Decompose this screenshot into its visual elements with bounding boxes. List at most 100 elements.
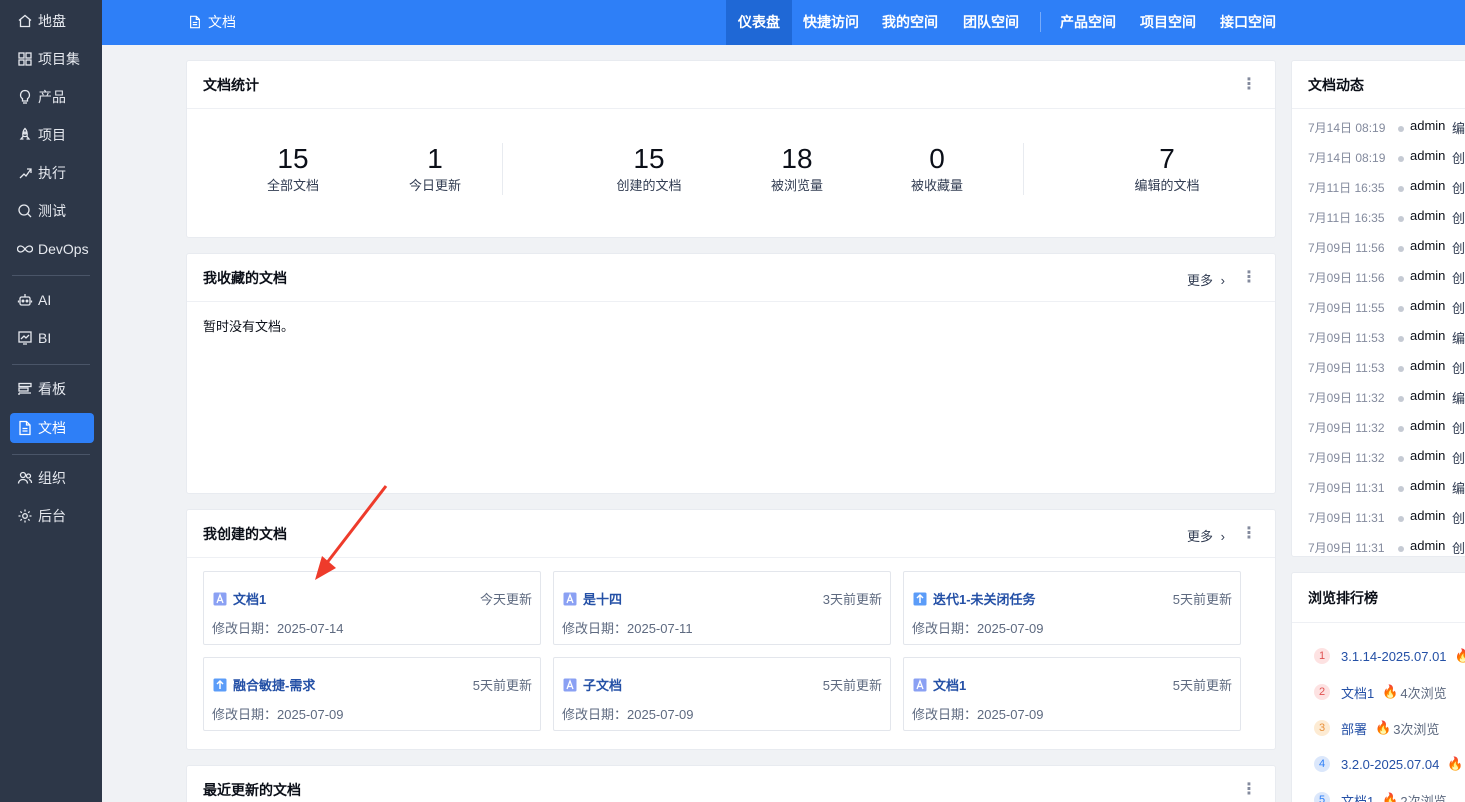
stat-view-count[interactable]: 18 被浏览量 [737, 143, 857, 194]
doc-name[interactable]: 迭代1-未关闭任务 [933, 589, 1036, 608]
sidebar-item-dashboard[interactable]: 地盘 [10, 6, 94, 36]
sidebar-item-product[interactable]: 产品 [10, 82, 94, 112]
dynamic-row[interactable]: 7月11日 16:35 admin 创 [1308, 208, 1465, 229]
stat-today-updated[interactable]: 1 今日更新 [375, 143, 495, 194]
doc-name[interactable]: 融合敏捷-需求 [233, 675, 315, 694]
stat-total-docs[interactable]: 15 全部文档 [233, 143, 353, 194]
dynamic-row[interactable]: 7月11日 16:35 admin 创 [1308, 178, 1465, 199]
ranking-row[interactable]: 4 3.2.0-2025.07.04 🔥 [1314, 753, 1465, 775]
dynamic-row[interactable]: 7月09日 11:32 admin 编 [1308, 388, 1465, 409]
sidebar-item-label: 项目 [38, 127, 66, 143]
tab-api-space[interactable]: 接口空间 [1215, 0, 1281, 45]
ranking-row[interactable]: 3 部署 🔥 3次浏览 [1314, 717, 1439, 739]
rank-doc-name[interactable]: 3.1.14-2025.07.01 [1341, 649, 1447, 664]
dynamic-user: admin [1410, 358, 1446, 373]
dynamic-row[interactable]: 7月14日 08:19 admin 编 [1308, 118, 1465, 139]
dynamic-row[interactable]: 7月09日 11:31 admin 创 [1308, 538, 1465, 556]
tab-product-space[interactable]: 产品空间 [1055, 0, 1121, 45]
dynamic-time: 7月09日 11:32 [1308, 451, 1385, 465]
sidebar-item-org[interactable]: 组织 [10, 463, 94, 493]
ranking-row[interactable]: 5 文档1 🔥 2次浏览 [1314, 789, 1447, 802]
stat-value: 15 [633, 143, 665, 174]
tab-team-space[interactable]: 团队空间 [958, 0, 1024, 45]
dynamic-time: 7月09日 11:31 [1308, 511, 1385, 525]
dynamic-row[interactable]: 7月09日 11:32 admin 创 [1308, 448, 1465, 469]
dynamic-row[interactable]: 7月14日 08:19 admin 创 [1308, 148, 1465, 169]
rank-doc-name[interactable]: 3.2.0-2025.07.04 [1341, 757, 1439, 772]
tab-project-space[interactable]: 项目空间 [1135, 0, 1201, 45]
dynamic-row[interactable]: 7月09日 11:31 admin 编 [1308, 478, 1465, 499]
dynamic-row[interactable]: 7月09日 11:56 admin 创 [1308, 268, 1465, 289]
doc-tile[interactable]: 文档1 5天前更新 修改日期：2025-07-09 [903, 657, 1241, 731]
dynamic-row[interactable]: 7月09日 11:31 admin 创 [1308, 508, 1465, 529]
dynamic-action: 创 [1452, 151, 1465, 166]
sidebar-item-kanban[interactable]: 看板 [10, 374, 94, 404]
rocket-icon [17, 127, 33, 143]
sidebar-item-bi[interactable]: BI [10, 323, 94, 353]
stat-label: 被收藏量 [910, 178, 963, 193]
dynamic-time: 7月09日 11:31 [1308, 541, 1385, 555]
card-title: 我创建的文档 [203, 525, 287, 542]
dynamic-row[interactable]: 7月09日 11:56 admin 创 [1308, 238, 1465, 259]
stat-value: 15 [277, 143, 309, 174]
stat-edited-docs[interactable]: 7 编辑的文档 [1107, 143, 1227, 194]
more-actions-icon[interactable]: ⋮ [1241, 76, 1257, 94]
grid-icon [17, 51, 33, 67]
timeline-dot [1398, 546, 1404, 552]
dynamic-row[interactable]: 7月09日 11:32 admin 创 [1308, 418, 1465, 439]
fire-icon: 🔥 [1447, 756, 1464, 771]
doc-name[interactable]: 是十四 [583, 589, 622, 608]
ranking-row[interactable]: 2 文档1 🔥 4次浏览 [1314, 681, 1447, 703]
sidebar-item-execution[interactable]: 执行 [10, 158, 94, 188]
doc-name[interactable]: 子文档 [583, 675, 622, 694]
more-actions-icon[interactable]: ⋮ [1241, 781, 1257, 799]
dynamic-time: 7月09日 11:56 [1308, 241, 1385, 255]
dynamic-time: 7月09日 11:32 [1308, 421, 1385, 435]
home-icon [17, 13, 33, 29]
nav-divider [1040, 12, 1041, 32]
dynamic-row[interactable]: 7月09日 11:53 admin 创 [1308, 358, 1465, 379]
stat-created-docs[interactable]: 15 创建的文档 [589, 143, 709, 194]
dynamic-row[interactable]: 7月09日 11:53 admin 编 [1308, 328, 1465, 349]
more-actions-icon[interactable]: ⋮ [1241, 269, 1257, 287]
view-count: 4次浏览 [1400, 685, 1447, 701]
sidebar-item-devops[interactable]: DevOps [10, 234, 94, 264]
stat-value: 18 [781, 143, 813, 174]
stat-collect-count[interactable]: 0 被收藏量 [877, 143, 997, 194]
tab-dashboard[interactable]: 仪表盘 [726, 0, 792, 45]
doc-dynamics-card: 文档动态 7月14日 08:19 admin 编 7月14日 08:19 admin 创 7… [1291, 60, 1465, 557]
rank-doc-name[interactable]: 文档1 [1341, 683, 1374, 702]
sidebar: 地盘 项目集 产品 项目 执行 测试 DevOps AI BI 看板 文档 组织… [0, 0, 102, 802]
doc-tile[interactable]: 是十四 3天前更新 修改日期：2025-07-11 [553, 571, 891, 645]
sidebar-item-test[interactable]: 测试 [10, 196, 94, 226]
rank-doc-name[interactable]: 文档1 [1341, 791, 1374, 802]
sidebar-item-project[interactable]: 项目 [10, 120, 94, 150]
doc-name[interactable]: 文档1 [233, 589, 266, 608]
sidebar-divider [12, 364, 90, 365]
more-actions-icon[interactable]: ⋮ [1241, 525, 1257, 543]
card-title: 最近更新的文档 [203, 781, 301, 798]
dynamic-action: 编 [1452, 481, 1465, 496]
tab-my-space[interactable]: 我的空间 [877, 0, 943, 45]
dynamic-row[interactable]: 7月09日 11:55 admin 创 [1308, 298, 1465, 319]
tab-quick-access[interactable]: 快捷访问 [798, 0, 864, 45]
doc-updated: 5天前更新 [1172, 678, 1232, 693]
sidebar-item-ai[interactable]: AI [10, 285, 94, 315]
more-link[interactable]: 更多 › [1187, 526, 1225, 545]
stat-divider [1023, 143, 1024, 195]
more-link[interactable]: 更多 › [1187, 270, 1225, 289]
sidebar-item-admin[interactable]: 后台 [10, 501, 94, 531]
doc-name[interactable]: 文档1 [933, 675, 966, 694]
rank-doc-name[interactable]: 部署 [1341, 719, 1367, 738]
ranking-row[interactable]: 1 3.1.14-2025.07.01 🔥 [1314, 645, 1465, 667]
doc-tile[interactable]: 迭代1-未关闭任务 5天前更新 修改日期：2025-07-09 [903, 571, 1241, 645]
doc-tile[interactable]: 融合敏捷-需求 5天前更新 修改日期：2025-07-09 [203, 657, 541, 731]
doc-tile[interactable]: 子文档 5天前更新 修改日期：2025-07-09 [553, 657, 891, 731]
favorite-docs-card: 我收藏的文档 更多 › ⋮ 暂时没有文档。 [186, 253, 1276, 494]
text-doc-icon [213, 592, 227, 606]
sidebar-divider [12, 454, 90, 455]
sidebar-item-doc[interactable]: 文档 [10, 413, 94, 443]
sidebar-item-program[interactable]: 项目集 [10, 44, 94, 74]
dynamic-time: 7月11日 16:35 [1308, 181, 1385, 195]
sidebar-item-label: 地盘 [38, 13, 66, 29]
